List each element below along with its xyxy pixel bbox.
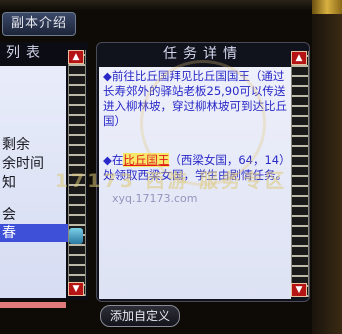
task-description-2: ◆在比丘国王（西梁女国，64，14）处领取西梁女国，学生由剧情任务。 xyxy=(103,153,287,183)
task-bullet: ◆在 xyxy=(103,153,124,167)
task-list-panel: 列表 剩余 余时间 知 会 春 ▲ ▼ xyxy=(0,42,88,308)
task-detail-text: ◆前往比丘国拜见比丘国国王（通过长寿郊外的驿站老板25,90可以传送进入柳林坡，… xyxy=(99,67,291,299)
detail-header: 任务详情 xyxy=(163,46,243,62)
task-description-1: ◆前往比丘国拜见比丘国国王（通过长寿郊外的驿站老板25,90可以传送进入柳林坡，… xyxy=(103,69,287,128)
dungeon-intro-tab[interactable]: 副本介绍 xyxy=(2,12,76,36)
triangle-up-icon[interactable]: ▲ xyxy=(68,50,84,64)
list-item[interactable]: 余时间 xyxy=(0,155,68,173)
detail-scrollbar[interactable] xyxy=(291,51,309,297)
task-detail-panel: 任务详情 ◆前往比丘国拜见比丘国国王（通过长寿郊外的驿站老板25,90可以传送进… xyxy=(96,42,310,302)
right-frame-decoration xyxy=(312,14,342,334)
list-item[interactable]: 会 xyxy=(0,206,68,224)
task-list: 剩余 余时间 知 会 春 xyxy=(0,66,68,308)
triangle-down-icon[interactable]: ▼ xyxy=(68,282,84,296)
gold-frame-corner xyxy=(312,0,342,14)
top-frame xyxy=(0,0,342,10)
list-scrollbar[interactable] xyxy=(68,50,86,296)
list-item-selected[interactable]: 春 xyxy=(0,224,68,242)
list-header: 列表 xyxy=(6,45,46,61)
list-divider xyxy=(0,302,66,308)
list-item[interactable]: 知 xyxy=(0,174,68,192)
add-custom-button[interactable]: 添加自定义 xyxy=(100,305,180,327)
scroll-thumb-icon[interactable] xyxy=(69,228,83,244)
triangle-up-icon[interactable]: ▲ xyxy=(291,51,307,65)
triangle-down-icon[interactable]: ▼ xyxy=(291,283,307,297)
npc-link[interactable]: 比丘国王 xyxy=(123,153,170,167)
list-item[interactable]: 剩余 xyxy=(0,136,68,154)
